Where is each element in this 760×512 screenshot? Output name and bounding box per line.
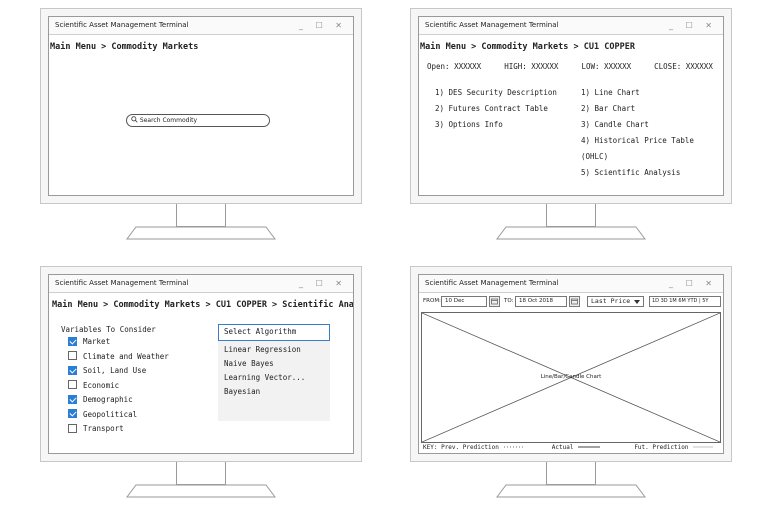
algorithm-dropdown: Linear Regression Naive Bayes Learning V…	[218, 341, 330, 421]
from-label: FROM:	[423, 298, 441, 304]
variable-label: Demographic	[83, 395, 133, 404]
monitor-stand	[496, 484, 646, 498]
price-type-value: Last Price	[591, 297, 631, 305]
monitor-bezel: Scientific Asset Management Terminal _ ☐…	[40, 8, 362, 204]
window-title: Scientific Asset Management Terminal	[425, 279, 559, 287]
menu-item-bar-chart[interactable]: 2) Bar Chart	[581, 101, 723, 117]
breadcrumb: Main Menu > Commodity Markets > CU1 COPP…	[420, 42, 635, 52]
monitor-bezel: Scientific Asset Management Terminal _ ☐…	[410, 266, 732, 462]
key-label: KEY:	[423, 444, 438, 451]
menu-item-options[interactable]: 3) Options Info	[435, 117, 557, 133]
window-controls[interactable]: _ ☐ ✕	[299, 275, 347, 292]
variable-market[interactable]: Market	[68, 336, 110, 348]
legend-future-prediction: Fut. Prediction	[634, 444, 689, 451]
variable-soil[interactable]: Soil, Land Use	[68, 365, 146, 377]
open-value: Open: XXXXXX	[427, 62, 482, 71]
monitor-bezel: Scientific Asset Management Terminal _ ☐…	[40, 266, 362, 462]
checkbox-unchecked[interactable]	[68, 380, 77, 389]
legend-actual: Actual	[551, 444, 574, 451]
variable-label: Soil, Land Use	[83, 366, 147, 375]
thin-line-icon	[693, 446, 714, 448]
variable-label: Transport	[83, 424, 124, 433]
monitor-stand	[126, 226, 276, 240]
monitor-neck	[546, 462, 596, 485]
title-bar: Scientific Asset Management Terminal _ ☐…	[49, 17, 353, 35]
checkbox-checked[interactable]	[68, 336, 77, 346]
checkbox-checked[interactable]	[68, 409, 77, 418]
chart-legend: KEY: Prev. Prediction Actual Fut. Predic…	[423, 444, 714, 451]
breadcrumb: Main Menu > Commodity Markets	[50, 42, 199, 52]
high-value: HIGH: XXXXXX	[504, 62, 559, 71]
close-value: CLOSE: XXXXXX	[654, 62, 713, 71]
chart-placeholder-label: Line/Bar/Candle Chart	[540, 374, 602, 380]
title-bar: Scientific Asset Management Terminal _ ☐…	[49, 275, 353, 293]
screen: Scientific Asset Management Terminal _ ☐…	[418, 274, 724, 454]
title-bar: Scientific Asset Management Terminal _ ☐…	[419, 275, 723, 293]
window-controls[interactable]: _ ☐ ✕	[669, 275, 717, 292]
variable-climate[interactable]: Climate and Weather	[68, 351, 169, 363]
from-date-input[interactable]: 10 Dec	[441, 296, 487, 307]
monitor-stand	[126, 484, 276, 498]
monitor-stand	[496, 226, 646, 240]
variable-geopolitical[interactable]: Geopolitical	[68, 409, 137, 421]
breadcrumb: Main Menu > Commodity Markets > CU1 COPP…	[52, 300, 354, 310]
window-controls[interactable]: _ ☐ ✕	[669, 17, 717, 34]
search-placeholder: Search Commodity	[139, 117, 198, 124]
checkbox-checked[interactable]	[68, 365, 77, 375]
to-label: TO:	[504, 298, 514, 304]
algorithm-option-linear-regression[interactable]: Linear Regression	[224, 345, 301, 354]
search-icon	[131, 116, 138, 123]
screen: Scientific Asset Management Terminal _ ☐…	[48, 274, 354, 454]
variable-label: Geopolitical	[83, 409, 138, 419]
algorithm-option-naive-bayes[interactable]: Naive Bayes	[224, 359, 274, 368]
to-date-input[interactable]: 18 Oct 2018	[515, 296, 567, 307]
chart-area: Line/Bar/Candle Chart	[421, 312, 721, 443]
search-input[interactable]: Search Commodity	[126, 114, 270, 127]
algorithm-option-bayesian[interactable]: Bayesian	[224, 387, 260, 396]
checkbox-unchecked[interactable]	[68, 351, 77, 360]
checkbox-checked[interactable]	[68, 394, 77, 404]
variable-label: Climate and Weather	[83, 351, 169, 361]
window-controls[interactable]: _ ☐ ✕	[299, 17, 347, 34]
monitor-neck	[176, 462, 226, 485]
low-value: LOW: XXXXXX	[581, 62, 632, 71]
monitor-neck	[176, 204, 226, 227]
screen: Scientific Asset Management Terminal _ ☐…	[48, 16, 354, 196]
title-bar: Scientific Asset Management Terminal _ ☐…	[419, 17, 723, 35]
range-selector[interactable]: 1D 3D 1M 6M YTD | 5Y	[649, 296, 721, 307]
chart-toolbar: FROM: 10 Dec TO: 18 Oct 2018 Last Price …	[423, 296, 723, 308]
window-title: Scientific Asset Management Terminal	[55, 279, 189, 287]
menu-item-line-chart[interactable]: 1) Line Chart	[581, 85, 723, 101]
menu-item-historical-table[interactable]: 4) Historical Price Table (OHLC)	[581, 133, 723, 165]
variable-economic[interactable]: Economic	[68, 380, 119, 392]
algorithm-select[interactable]: Select Algorithm	[218, 324, 330, 341]
window-title: Scientific Asset Management Terminal	[55, 21, 189, 29]
menu-item-scientific-analysis[interactable]: 5) Scientific Analysis	[581, 165, 723, 181]
menu-item-des[interactable]: 1) DES Security Description	[435, 85, 557, 101]
legend-prev-prediction: Prev. Prediction	[441, 444, 499, 451]
variable-label: Market	[83, 337, 111, 346]
calendar-icon[interactable]	[489, 296, 500, 307]
info-menu: 1) DES Security Description 2) Futures C…	[435, 85, 557, 133]
variable-transport[interactable]: Transport	[68, 423, 124, 435]
calendar-icon[interactable]	[569, 296, 580, 307]
ohlc-row: Open: XXXXXX HIGH: XXXXXX LOW: XXXXXX CL…	[427, 62, 713, 71]
chevron-down-icon	[634, 300, 640, 304]
menu-item-futures[interactable]: 2) Futures Contract Table	[435, 101, 557, 117]
variable-demographic[interactable]: Demographic	[68, 394, 133, 406]
price-type-select[interactable]: Last Price	[587, 296, 644, 307]
window-title: Scientific Asset Management Terminal	[425, 21, 559, 29]
chart-menu: 1) Line Chart 2) Bar Chart 3) Candle Cha…	[581, 85, 723, 181]
checkbox-unchecked[interactable]	[68, 423, 77, 433]
monitor-bezel: Scientific Asset Management Terminal _ ☐…	[410, 8, 732, 204]
variables-title: Variables To Consider	[61, 325, 156, 334]
variable-label: Economic	[83, 380, 120, 390]
menu-item-candle-chart[interactable]: 3) Candle Chart	[581, 117, 723, 133]
monitor-neck	[546, 204, 596, 227]
dotted-line-icon	[503, 446, 524, 448]
solid-line-icon	[578, 446, 601, 448]
screen: Scientific Asset Management Terminal _ ☐…	[418, 16, 724, 196]
algorithm-option-learning-vector[interactable]: Learning Vector...	[224, 373, 305, 382]
